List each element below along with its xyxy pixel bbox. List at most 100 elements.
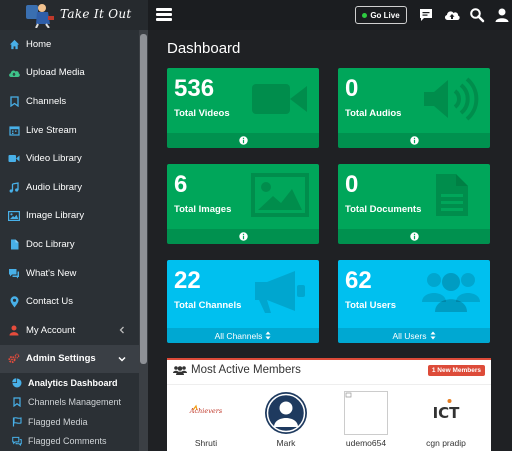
panel-title-label: Most Active Members	[191, 364, 301, 376]
card-footer[interactable]	[167, 133, 319, 148]
new-members-badge: 1 New Members	[427, 365, 485, 376]
card-footer[interactable]	[338, 229, 490, 244]
flag-icon	[12, 417, 22, 427]
total-images-card[interactable]: 6 Total Images	[167, 164, 319, 244]
user-icon[interactable]	[494, 7, 510, 23]
sidebar-scrollbar[interactable]	[139, 30, 148, 451]
sidebar-item-channels[interactable]: Channels	[0, 87, 139, 116]
card-label: Total Channels	[174, 300, 242, 311]
sidebar-item-home[interactable]: Home	[0, 30, 139, 59]
all-channels-link[interactable]: All Channels	[167, 328, 319, 343]
member-item[interactable]: Mark	[256, 391, 316, 451]
member-item[interactable]: udemo654	[336, 391, 396, 451]
total-channels-card[interactable]: 22 Total Channels All Channels	[167, 260, 319, 343]
image-icon	[8, 210, 20, 222]
sidebar-item-label: Live Stream	[26, 124, 77, 136]
card-label: Total Documents	[345, 204, 422, 215]
submenu-item-flagged-media[interactable]: Flagged Media	[0, 412, 139, 432]
total-audios-card[interactable]: 0 Total Audios	[338, 68, 490, 148]
file-icon	[8, 238, 20, 250]
admin-settings-submenu: Analytics Dashboard Channels Management …	[0, 373, 148, 451]
comment-icon[interactable]	[418, 7, 434, 23]
comments-icon	[12, 436, 22, 447]
card-value: 0	[345, 75, 359, 102]
sidebar-item-contact-us[interactable]: Contact Us	[0, 287, 139, 316]
music-icon	[8, 181, 20, 193]
video-camera-icon	[252, 84, 307, 114]
card-footer[interactable]	[167, 229, 319, 244]
sidebar-item-label: My Account	[26, 324, 76, 336]
sidebar-item-whats-new[interactable]: What's New	[0, 259, 139, 288]
sidebar-item-label: Home	[26, 38, 52, 50]
member-avatar: Achievers	[184, 391, 228, 435]
card-label: Total Users	[345, 300, 397, 311]
card-footer[interactable]	[338, 133, 490, 148]
menu-toggle-button[interactable]	[156, 8, 172, 21]
bullhorn-icon	[255, 271, 305, 313]
go-live-button[interactable]: Go Live	[355, 6, 407, 24]
hamburger-line	[156, 13, 172, 16]
sidebar-item-video-library[interactable]: Video Library	[0, 144, 139, 173]
users-icon	[422, 273, 480, 312]
member-logo-text: Achievers	[189, 407, 223, 415]
card-value: 22	[174, 267, 201, 294]
home-icon	[8, 38, 20, 50]
search-icon[interactable]	[469, 7, 485, 23]
sidebar-item-live-stream[interactable]: Live Stream	[0, 116, 139, 145]
panel-title: Most Active Members	[173, 364, 301, 376]
info-icon	[238, 136, 248, 145]
bookmark-icon	[12, 397, 22, 408]
hamburger-line	[156, 18, 172, 21]
sidebar-item-image-library[interactable]: Image Library	[0, 202, 139, 231]
member-avatar	[265, 392, 307, 434]
sidebar-item-label: What's New	[26, 267, 77, 279]
card-value: 6	[174, 171, 188, 198]
sidebar-item-my-account[interactable]: My Account	[0, 316, 139, 345]
pie-chart-icon	[12, 378, 22, 388]
video-camera-icon	[8, 153, 20, 165]
cloud-upload-icon[interactable]	[443, 7, 461, 23]
member-item[interactable]: ICT cgn pradip	[416, 391, 476, 451]
card-footer-label: All Channels	[214, 330, 263, 341]
bookmark-icon	[8, 95, 20, 107]
total-documents-card[interactable]: 0 Total Documents	[338, 164, 490, 244]
submenu-item-analytics-dashboard[interactable]: Analytics Dashboard	[0, 373, 139, 393]
sort-icon	[265, 331, 271, 340]
total-videos-card[interactable]: 536 Total Videos	[167, 68, 319, 148]
sidebar-item-label: Admin Settings	[26, 353, 96, 365]
users-icon	[173, 366, 187, 375]
sidebar-item-audio-library[interactable]: Audio Library	[0, 173, 139, 202]
sidebar: Home Upload Media Channels Live Stream V…	[0, 30, 148, 451]
submenu-item-label: Flagged Media	[28, 416, 88, 427]
file-text-icon	[436, 174, 468, 216]
cloud-upload-icon	[8, 67, 20, 79]
sidebar-item-upload-media[interactable]: Upload Media	[0, 59, 139, 88]
total-users-card[interactable]: 62 Total Users All Users	[338, 260, 490, 343]
all-users-link[interactable]: All Users	[338, 328, 490, 343]
page-title: Dashboard	[167, 40, 241, 57]
member-item[interactable]: Achievers Shruti	[176, 391, 236, 451]
card-label: Total Videos	[174, 108, 230, 119]
top-bar: Take It Out Go Live	[0, 0, 512, 30]
member-logo-text: ICT	[433, 404, 461, 422]
cogs-icon	[8, 353, 20, 365]
most-active-members-panel: Most Active Members 1 New Members Achiev…	[167, 358, 491, 451]
sidebar-item-admin-settings[interactable]: Admin Settings	[0, 344, 139, 374]
card-label: Total Images	[174, 204, 232, 215]
submenu-item-channels-management[interactable]: Channels Management	[0, 393, 139, 413]
submenu-item-label: Flagged Comments	[28, 436, 107, 447]
card-value: 536	[174, 75, 215, 102]
member-name: udemo654	[345, 438, 387, 448]
sidebar-scrollbar-thumb[interactable]	[140, 34, 147, 364]
image-icon	[251, 173, 309, 217]
logo[interactable]: Take It Out	[0, 0, 148, 30]
submenu-item-label: Channels Management	[28, 397, 122, 408]
divider	[167, 384, 491, 385]
main-content: Dashboard 536 Total Videos 0 Total Audio…	[148, 30, 512, 451]
member-name: Mark	[276, 438, 296, 448]
logo-mascot-icon	[26, 4, 54, 28]
sidebar-item-doc-library[interactable]: Doc Library	[0, 230, 139, 259]
chat-icon	[8, 267, 20, 279]
live-dot-icon	[362, 12, 368, 18]
submenu-item-flagged-comments[interactable]: Flagged Comments	[0, 432, 139, 451]
